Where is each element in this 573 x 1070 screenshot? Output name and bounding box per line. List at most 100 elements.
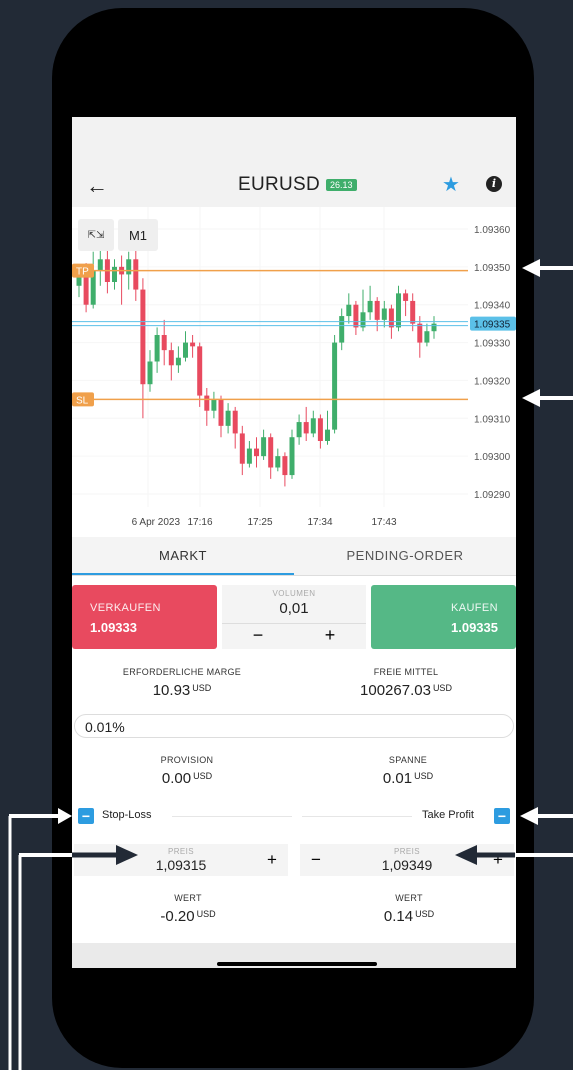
- take-profit-value-amount: 0.14: [383, 908, 414, 925]
- volume-decrease-button[interactable]: −: [222, 623, 294, 647]
- take-profit-value: WERT 0.14 USD: [309, 893, 509, 925]
- stop-loss-price-value[interactable]: 1,09315: [126, 857, 236, 873]
- timeframe-button[interactable]: M1: [118, 219, 158, 251]
- candle: [403, 293, 409, 301]
- candle: [261, 437, 267, 457]
- stop-loss-price-label: PREIS: [167, 847, 194, 856]
- candle: [381, 308, 387, 320]
- title-group: EURUSD 26.13: [238, 174, 357, 196]
- x-tick-label: 17:25: [247, 517, 272, 528]
- candle: [410, 300, 416, 324]
- spread-label: SPANNE: [388, 755, 428, 765]
- buy-button[interactable]: KAUFEN 1.09335: [371, 585, 516, 649]
- sell-label: VERKAUFEN: [90, 602, 161, 614]
- stop-loss-value-unit: USD: [196, 909, 216, 919]
- candle: [303, 422, 309, 434]
- volume-value[interactable]: 0,01: [222, 600, 366, 617]
- take-profit-price-value[interactable]: 1,09349: [352, 857, 462, 873]
- take-profit-price-label: PREIS: [393, 847, 420, 856]
- stop-loss-toggle[interactable]: −: [78, 808, 94, 824]
- candle: [325, 429, 330, 441]
- candle: [367, 300, 373, 313]
- free-funds-unit: USD: [432, 683, 452, 693]
- y-tick-label: 1.09310: [474, 414, 511, 425]
- current-price-label: 1.09335: [474, 320, 511, 331]
- sl-tag-label: SL: [76, 395, 89, 406]
- y-tick-label: 1.09290: [474, 490, 511, 501]
- volume-increase-button[interactable]: +: [294, 623, 366, 647]
- candle: [168, 350, 174, 366]
- take-profit-divider: [302, 816, 412, 817]
- commission-unit: USD: [193, 771, 213, 781]
- order-tabs: MARKT PENDING-ORDER: [72, 537, 516, 576]
- y-tick-label: 1.09340: [474, 301, 511, 312]
- tab-pending-order[interactable]: PENDING-ORDER: [294, 537, 516, 575]
- x-tick-label: 17:16: [187, 517, 212, 528]
- take-profit-price-stepper: − PREIS 1,09349 +: [300, 844, 514, 876]
- take-profit-decrease-button[interactable]: −: [300, 844, 332, 876]
- candle: [83, 274, 89, 305]
- take-profit-increase-button[interactable]: +: [482, 844, 514, 876]
- buy-label: KAUFEN: [450, 602, 498, 614]
- candle: [211, 399, 217, 411]
- free-funds: FREIE MITTEL 100267.03 USD: [306, 667, 506, 699]
- info-icon[interactable]: i: [486, 176, 502, 192]
- y-tick-label: 1.09320: [474, 376, 511, 387]
- candle: [275, 456, 281, 468]
- risk-percent-input[interactable]: 0.01%: [74, 714, 514, 738]
- take-profit-label: Take Profit: [422, 809, 474, 821]
- favorite-star-icon[interactable]: ★: [442, 172, 460, 197]
- price-chart[interactable]: TP SL 1.09335 1.09360 1.09350 1.09340 1.09330…: [72, 207, 516, 537]
- candle: [310, 418, 316, 434]
- stop-loss-increase-button[interactable]: +: [256, 844, 288, 876]
- candle: [190, 342, 196, 347]
- home-indicator[interactable]: [217, 962, 377, 966]
- candle: [97, 259, 103, 271]
- tp-tag-label: TP: [76, 267, 89, 278]
- expand-button[interactable]: ⇱⇲: [78, 219, 114, 251]
- back-arrow-icon[interactable]: ←: [86, 173, 108, 199]
- stop-loss-label: Stop-Loss: [102, 809, 152, 821]
- free-funds-value: 100267.03: [360, 682, 431, 699]
- volume-stepper: VOLUMEN 0,01 − +: [222, 585, 366, 649]
- candle: [268, 437, 274, 468]
- y-tick-label: 1.09330: [474, 339, 511, 350]
- take-profit-value-label: WERT: [395, 893, 423, 903]
- commission-label: PROVISION: [160, 755, 214, 765]
- candle: [424, 331, 430, 343]
- candle: [431, 323, 437, 332]
- header: ← EURUSD 26.13 ★ i: [72, 163, 516, 207]
- free-funds-label: FREIE MITTEL: [373, 667, 439, 677]
- candle: [374, 300, 380, 320]
- stop-loss-value: WERT -0.20 USD: [88, 893, 288, 925]
- take-profit-toggle[interactable]: −: [494, 808, 510, 824]
- volume-label: VOLUMEN: [272, 589, 316, 598]
- candle: [282, 456, 288, 476]
- commission-value: 0.00: [161, 770, 192, 787]
- candle: [126, 259, 132, 275]
- y-tick-label: 1.09300: [474, 452, 511, 463]
- candle: [232, 410, 238, 434]
- required-margin-value: 10.93: [152, 682, 191, 699]
- candle: [396, 293, 401, 328]
- x-tick-label: 17:43: [371, 517, 396, 528]
- stop-loss-value-label: WERT: [174, 893, 202, 903]
- sell-button[interactable]: VERKAUFEN 1.09333: [72, 585, 217, 649]
- candle: [218, 399, 224, 426]
- spread-value: 0.01: [382, 770, 413, 787]
- candle: [140, 289, 146, 385]
- stop-loss-value-amount: -0.20: [160, 908, 195, 925]
- status-bar: [72, 117, 516, 163]
- stop-loss-divider: [172, 816, 292, 817]
- spread-badge: 26.13: [326, 179, 357, 191]
- timeframe-label: M1: [129, 228, 147, 243]
- candle: [183, 342, 188, 358]
- candle: [296, 422, 302, 438]
- candle: [417, 323, 423, 343]
- candle: [147, 361, 153, 385]
- tab-market[interactable]: MARKT: [72, 537, 294, 575]
- stop-loss-price-stepper: PREIS 1,09315 +: [74, 844, 288, 876]
- candle: [112, 266, 117, 282]
- candle: [339, 316, 345, 343]
- spread: SPANNE 0.01 USD: [308, 755, 508, 787]
